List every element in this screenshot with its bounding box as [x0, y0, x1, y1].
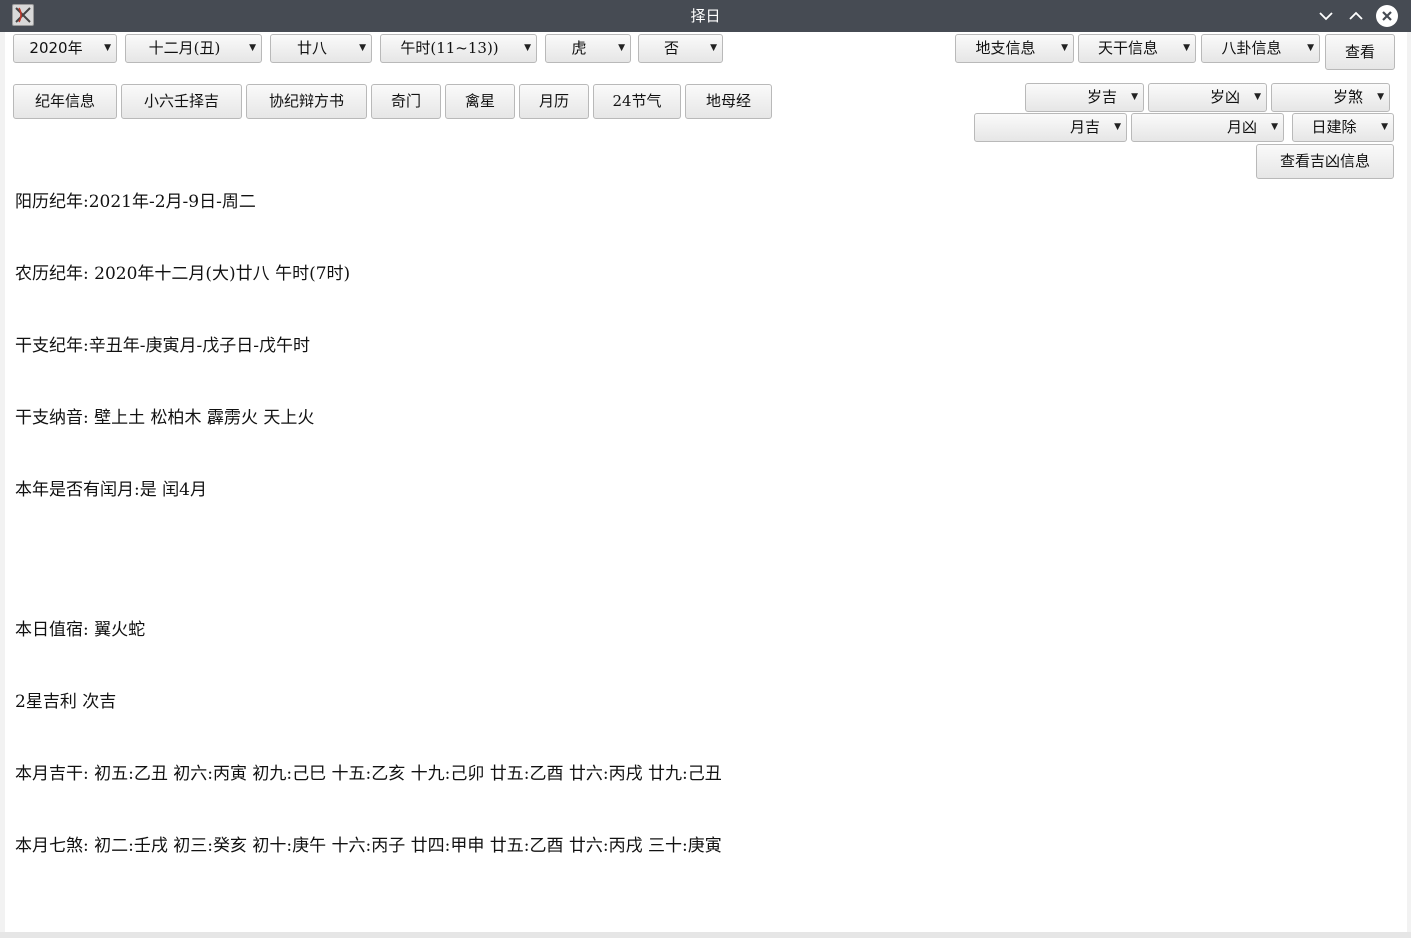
output-line-blank [15, 550, 722, 570]
nav-button-qinxing[interactable]: 禽星 [445, 84, 515, 119]
dropdown-arrow-icon: ▼ [1131, 92, 1138, 102]
dizhi-info-select[interactable]: 地支信息 ▼ [955, 34, 1074, 63]
close-button[interactable] [1376, 5, 1398, 27]
nav-button-xiaoliuren[interactable]: 小六壬择吉 [121, 84, 242, 119]
output-text-area: 阳历纪年:2021年-2月-9日-周二 农历纪年: 2020年十二月(大)廿八 … [15, 142, 722, 906]
dropdown-arrow-icon: ▼ [1061, 43, 1068, 53]
output-line-solar: 阳历纪年:2021年-2月-9日-周二 [15, 192, 256, 212]
dropdown-arrow-icon: ▼ [524, 43, 531, 53]
nav-button-xiejibianfangshu[interactable]: 协纪辩方书 [246, 84, 367, 119]
output-line-nayin: 干支纳音: 壁上土 松柏木 霹雳火 天上火 [15, 408, 315, 428]
tiangan-info-value: 天干信息 [1097, 39, 1158, 57]
yue-xiong-select[interactable]: 月凶 ▼ [1131, 113, 1284, 142]
day-select[interactable]: 廿八 ▼ [270, 34, 372, 63]
title-bar: 择日 [0, 0, 1411, 32]
hour-select[interactable]: 午时(11~13)) ▼ [380, 34, 537, 63]
bagua-info-select[interactable]: 八卦信息 ▼ [1201, 34, 1320, 63]
output-line-month-jigan: 本月吉干: 初五:乙丑 初六:丙寅 初九:己巳 十五:乙亥 十九:己卯 廿五:乙… [15, 764, 722, 784]
sui-ji-select[interactable]: 岁吉 ▼ [1025, 83, 1144, 112]
output-line-ganzhi: 干支纪年:辛丑年-庚寅月-戊子日-戊午时 [15, 336, 310, 356]
dropdown-arrow-icon: ▼ [1381, 122, 1388, 132]
dropdown-arrow-icon: ▼ [359, 43, 366, 53]
yue-ji-select[interactable]: 月吉 ▼ [974, 113, 1127, 142]
hour-select-value: 午时(11~13)) [400, 39, 499, 57]
dropdown-arrow-icon: ▼ [710, 43, 717, 53]
bagua-info-value: 八卦信息 [1221, 39, 1282, 57]
window-bottom-edge [0, 932, 1411, 938]
dropdown-arrow-icon: ▼ [1271, 122, 1278, 132]
nav-button-qimen[interactable]: 奇门 [371, 84, 441, 119]
main-panel: 2020年 ▼ 十二月(丑) ▼ 廿八 ▼ 午时(11~13)) ▼ 虎 ▼ 否… [5, 32, 1407, 932]
yue-xiong-value: 月凶 [1226, 118, 1257, 136]
dizhi-info-value: 地支信息 [975, 39, 1036, 57]
dropdown-arrow-icon: ▼ [1183, 43, 1190, 53]
close-icon [1382, 11, 1392, 21]
ri-jian-chu-value: 日建除 [1311, 118, 1357, 136]
output-line-leap-month: 本年是否有闰月:是 闰4月 [15, 480, 207, 500]
output-line-zhisu: 本日值宿: 翼火蛇 [15, 620, 146, 640]
sui-ji-value: 岁吉 [1086, 88, 1117, 106]
yue-ji-value: 月吉 [1069, 118, 1100, 136]
sui-sha-value: 岁煞 [1332, 88, 1363, 106]
leap-select-value: 否 [663, 39, 679, 57]
dropdown-arrow-icon: ▼ [1254, 92, 1261, 102]
minimize-button[interactable] [1314, 4, 1338, 28]
year-select-value: 2020年 [29, 39, 83, 57]
dropdown-arrow-icon: ▼ [1377, 92, 1384, 102]
maximize-button[interactable] [1344, 4, 1368, 28]
chevron-down-icon [1319, 12, 1333, 21]
day-select-value: 廿八 [296, 39, 327, 57]
sui-sha-select[interactable]: 岁煞 ▼ [1271, 83, 1390, 112]
tiangan-info-select[interactable]: 天干信息 ▼ [1078, 34, 1196, 63]
dropdown-arrow-icon: ▼ [104, 43, 111, 53]
month-select[interactable]: 十二月(丑) ▼ [125, 34, 262, 63]
nav-button-24jieqi[interactable]: 24节气 [593, 84, 681, 119]
window-title: 择日 [690, 7, 721, 25]
leap-select[interactable]: 否 ▼ [638, 34, 723, 63]
zodiac-select[interactable]: 虎 ▼ [545, 34, 631, 63]
sui-xiong-select[interactable]: 岁凶 ▼ [1148, 83, 1267, 112]
year-select[interactable]: 2020年 ▼ [13, 34, 117, 63]
zodiac-select-value: 虎 [571, 39, 587, 57]
nav-button-yueli[interactable]: 月历 [519, 84, 589, 119]
dropdown-arrow-icon: ▼ [618, 43, 625, 53]
chevron-up-icon [1349, 11, 1363, 20]
view-jixiong-button[interactable]: 查看吉凶信息 [1256, 144, 1394, 179]
nav-button-dimujing[interactable]: 地母经 [685, 84, 772, 119]
dropdown-arrow-icon: ▼ [1114, 122, 1121, 132]
dropdown-arrow-icon: ▼ [249, 43, 256, 53]
month-select-value: 十二月(丑) [148, 39, 221, 57]
output-line-lunar: 农历纪年: 2020年十二月(大)廿八 午时(7时) [15, 264, 351, 284]
sui-xiong-value: 岁凶 [1209, 88, 1240, 106]
output-line-month-qisha: 本月七煞: 初二:壬戌 初三:癸亥 初十:庚午 十六:丙子 廿四:甲申 廿五:乙… [15, 836, 722, 856]
view-button[interactable]: 查看 [1325, 34, 1395, 70]
nav-button-jinian[interactable]: 纪年信息 [13, 84, 117, 119]
ri-jian-chu-select[interactable]: 日建除 ▼ [1292, 113, 1394, 142]
dropdown-arrow-icon: ▼ [1307, 43, 1314, 53]
output-line-star-luck: 2星吉利 次吉 [15, 692, 117, 712]
